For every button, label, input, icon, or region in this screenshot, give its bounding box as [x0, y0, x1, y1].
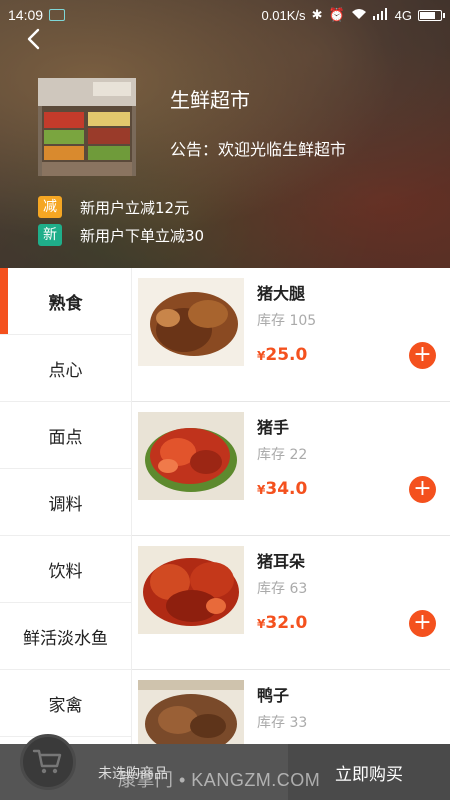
- add-to-cart-button[interactable]: +: [409, 342, 436, 369]
- category-item-cooked-food[interactable]: 熟食: [0, 268, 131, 335]
- store-notice: 公告：欢迎光临生鲜超市: [170, 140, 347, 159]
- product-item[interactable]: 猪大腿 库存 105 ¥25.0 +: [132, 268, 450, 402]
- bluetooth-icon: ✱: [311, 7, 323, 22]
- product-price: ¥25.0: [257, 345, 308, 365]
- plus-icon: +: [413, 476, 432, 501]
- app-notification-icon: [49, 9, 66, 21]
- promotion-tag: 减: [38, 196, 62, 218]
- status-bar: 14:09 0.01K/s ✱ ⏰ 4G: [0, 0, 450, 30]
- cart-button[interactable]: [20, 734, 76, 790]
- product-image: [138, 412, 244, 500]
- promotion-text: 新用户下单立减30: [80, 226, 205, 245]
- network-type: 4G: [394, 7, 412, 23]
- product-name: 猪耳朵: [257, 552, 306, 571]
- product-list: 猪大腿 库存 105 ¥25.0 + 猪手 库存 22 ¥34.0 + 猪耳朵 …: [132, 268, 450, 744]
- product-name: 猪手: [257, 418, 290, 437]
- product-stock: 库存 33: [257, 715, 308, 731]
- product-name: 鸭子: [257, 686, 290, 705]
- plus-icon: +: [413, 342, 432, 367]
- promotion-discount: 减 新用户立减12元: [38, 196, 189, 218]
- promotion-new-user: 新 新用户下单立减30: [38, 224, 204, 246]
- status-right: 0.01K/s ✱ ⏰ 4G: [261, 7, 445, 23]
- status-time: 14:09: [8, 7, 44, 23]
- category-item-freshwater-fish[interactable]: 鲜活淡水鱼: [0, 603, 131, 670]
- product-image: [138, 680, 244, 744]
- shopping-cart-icon: [32, 749, 62, 774]
- product-item[interactable]: 鸭子 库存 33: [132, 670, 450, 744]
- back-button[interactable]: [20, 24, 48, 54]
- product-image: [138, 278, 244, 366]
- promotion-text: 新用户立减12元: [80, 198, 190, 217]
- product-stock: 库存 22: [257, 447, 308, 463]
- category-item-drinks[interactable]: 饮料: [0, 536, 131, 603]
- category-item-snacks[interactable]: 点心: [0, 335, 131, 402]
- store-logo-image: [38, 78, 136, 176]
- network-speed: 0.01K/s: [261, 7, 306, 23]
- product-name: 猪大腿: [257, 284, 306, 303]
- watermark-text: 康掌门 • KANGZM.COM: [118, 770, 321, 790]
- battery-icon: [418, 9, 445, 21]
- add-to-cart-button[interactable]: +: [409, 476, 436, 503]
- alarm-icon: ⏰: [328, 7, 345, 22]
- category-item-poultry[interactable]: 家禽: [0, 670, 131, 737]
- store-name: 生鲜超市: [170, 88, 250, 112]
- signal-icon: [372, 7, 389, 23]
- product-image: [138, 546, 244, 634]
- store-header: 14:09 0.01K/s ✱ ⏰ 4G 生鲜超市 公告：欢迎光临生鲜超市 减 …: [0, 0, 450, 268]
- product-price: ¥34.0: [257, 479, 308, 499]
- product-stock: 库存 105: [257, 313, 317, 329]
- category-item-pastry[interactable]: 面点: [0, 402, 131, 469]
- product-stock: 库存 63: [257, 581, 308, 597]
- product-item[interactable]: 猪耳朵 库存 63 ¥32.0 +: [132, 536, 450, 670]
- wifi-icon: [351, 8, 367, 23]
- chevron-left-icon: [27, 28, 40, 50]
- add-to-cart-button[interactable]: +: [409, 610, 436, 637]
- category-sidebar: 熟食 点心 面点 调料 饮料 鲜活淡水鱼 家禽: [0, 268, 132, 800]
- promotion-tag: 新: [38, 224, 62, 246]
- product-item[interactable]: 猪手 库存 22 ¥34.0 +: [132, 402, 450, 536]
- category-item-seasoning[interactable]: 调料: [0, 469, 131, 536]
- product-price: ¥32.0: [257, 613, 308, 633]
- plus-icon: +: [413, 610, 432, 635]
